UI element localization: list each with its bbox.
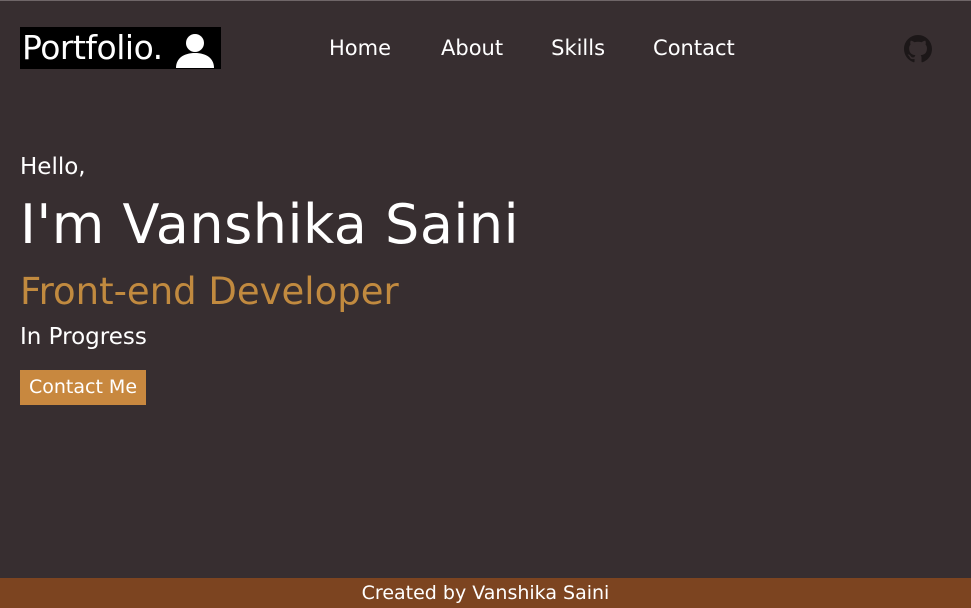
hero-name: I'm Vanshika Saini: [20, 193, 520, 256]
user-icon: [176, 34, 214, 68]
greeting: Hello,: [20, 154, 86, 180]
status-text: In Progress: [20, 324, 147, 350]
logo[interactable]: Portfolio.: [20, 27, 221, 69]
logo-text: Portfolio.: [22, 28, 163, 67]
hero-role: Front-end Developer: [20, 270, 399, 313]
site-header: Portfolio. Home About Skills Contact: [0, 0, 971, 96]
nav-skills[interactable]: Skills: [551, 36, 605, 60]
footer-credit: Created by Vanshika Saini: [361, 582, 610, 604]
nav-about[interactable]: About: [441, 36, 503, 60]
github-icon[interactable]: [904, 35, 932, 63]
nav-home[interactable]: Home: [329, 36, 391, 60]
nav-contact[interactable]: Contact: [653, 36, 735, 60]
contact-me-button[interactable]: Contact Me: [20, 370, 146, 405]
site-footer: Created by Vanshika Saini: [0, 578, 971, 608]
main-nav: Home About Skills Contact: [329, 33, 735, 63]
